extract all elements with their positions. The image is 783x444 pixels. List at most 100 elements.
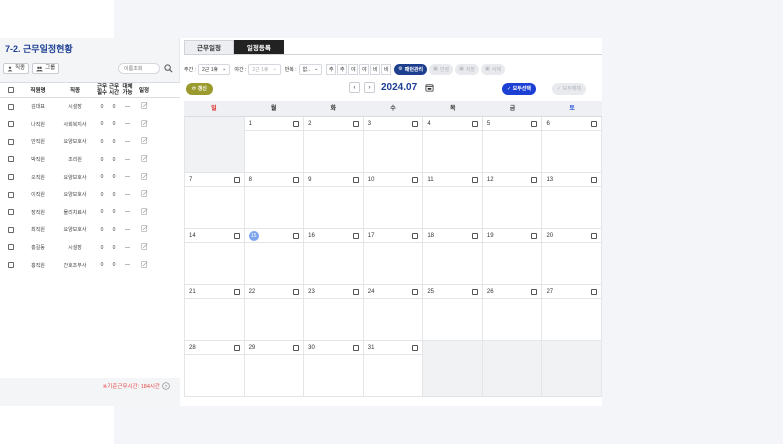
employee-row[interactable]: 나직원 사회복지사 0 0 — bbox=[0, 116, 180, 134]
edit-icon[interactable] bbox=[140, 173, 148, 180]
employee-checkbox[interactable] bbox=[8, 174, 14, 180]
day-cell[interactable]: 21 bbox=[184, 285, 245, 341]
employee-checkbox[interactable] bbox=[8, 121, 14, 128]
prev-month-button[interactable]: ‹ bbox=[349, 82, 360, 93]
day-cell[interactable]: 17 bbox=[363, 229, 424, 285]
day-checkbox[interactable] bbox=[352, 288, 359, 295]
day-checkbox[interactable] bbox=[591, 288, 598, 295]
edit-icon[interactable] bbox=[140, 102, 148, 109]
day-checkbox[interactable] bbox=[293, 176, 300, 183]
filter-group-button[interactable]: 그룹 bbox=[32, 63, 60, 74]
day-checkbox[interactable] bbox=[471, 232, 478, 239]
day-cell[interactable]: 7 bbox=[184, 173, 245, 229]
edit-icon[interactable] bbox=[140, 155, 148, 162]
edit-icon[interactable] bbox=[140, 225, 148, 233]
employee-row[interactable]: 김대표 시설장 0 0 — bbox=[0, 98, 180, 116]
day-checkbox[interactable] bbox=[233, 288, 240, 295]
employee-row[interactable]: 박직원 조리원 0 0 — bbox=[0, 151, 180, 169]
day-cell[interactable]: 2 bbox=[304, 117, 364, 173]
shift-button-night-2[interactable]: 야 bbox=[359, 63, 370, 75]
day-cell[interactable]: 24 bbox=[363, 285, 424, 341]
day-cell[interactable]: 23 bbox=[304, 285, 364, 341]
day-cell[interactable]: 15 bbox=[244, 229, 305, 285]
day-checkbox[interactable] bbox=[233, 344, 240, 351]
day-checkbox[interactable] bbox=[293, 232, 300, 239]
day-cell[interactable]: 13 bbox=[542, 173, 603, 229]
day-checkbox[interactable] bbox=[412, 288, 419, 295]
day-checkbox[interactable] bbox=[293, 288, 300, 295]
select-all-button[interactable]: ✓ 모두선택 bbox=[502, 83, 536, 95]
day-cell[interactable]: 29 bbox=[244, 341, 305, 397]
day-checkbox[interactable] bbox=[352, 120, 359, 127]
day-cell[interactable]: 12 bbox=[482, 173, 543, 229]
day-checkbox[interactable] bbox=[412, 120, 419, 127]
day-checkbox[interactable] bbox=[352, 176, 359, 183]
day-checkbox[interactable] bbox=[531, 232, 538, 239]
day-cell[interactable]: 27 bbox=[542, 285, 603, 341]
day-cell[interactable]: 8 bbox=[244, 173, 305, 229]
day-checkbox[interactable] bbox=[471, 176, 478, 183]
employee-row[interactable]: 최직원 요양보호사 0 0 — bbox=[0, 221, 180, 239]
shift-button-night-1[interactable]: 야 bbox=[348, 63, 359, 75]
day-cell[interactable]: 22 bbox=[244, 285, 305, 341]
day-checkbox[interactable] bbox=[352, 344, 359, 351]
employee-checkbox[interactable] bbox=[8, 244, 14, 251]
employee-checkbox[interactable] bbox=[8, 209, 14, 216]
refresh-button[interactable]: ⟳ 갱신 bbox=[186, 83, 213, 95]
next-month-button[interactable]: › bbox=[364, 82, 375, 93]
day-checkbox[interactable] bbox=[352, 232, 359, 239]
night-pattern-select[interactable]: 2근 1휴 ⌄ bbox=[248, 63, 281, 75]
day-cell[interactable]: 3 bbox=[363, 117, 424, 173]
day-cell[interactable]: 30 bbox=[304, 341, 364, 397]
employee-checkbox[interactable] bbox=[8, 138, 14, 145]
day-checkbox[interactable] bbox=[412, 232, 419, 239]
employee-checkbox[interactable] bbox=[8, 191, 14, 198]
day-cell[interactable]: 31 bbox=[363, 341, 424, 397]
apply-button[interactable]: ▣ 반영 bbox=[429, 63, 454, 75]
day-cell[interactable]: 10 bbox=[363, 173, 424, 229]
edit-icon[interactable] bbox=[140, 243, 148, 250]
select-all-employees-checkbox[interactable] bbox=[8, 86, 14, 93]
shift-button-off-1[interactable]: 비 bbox=[370, 63, 381, 75]
day-cell[interactable]: 1 bbox=[244, 117, 305, 173]
day-checkbox[interactable] bbox=[293, 120, 300, 127]
day-checkbox[interactable] bbox=[531, 288, 538, 295]
day-checkbox[interactable] bbox=[591, 232, 598, 239]
employee-search-input[interactable] bbox=[118, 63, 160, 74]
employee-row[interactable]: 오직원 요양보호사 0 0 — bbox=[0, 168, 180, 186]
day-cell[interactable]: 11 bbox=[423, 173, 483, 229]
day-checkbox[interactable] bbox=[471, 120, 478, 127]
day-cell[interactable]: 9 bbox=[304, 173, 364, 229]
save-button[interactable]: ▣ 저장 bbox=[455, 63, 480, 75]
employee-row[interactable]: 홍직원 간호조무사 0 0 — bbox=[0, 256, 180, 274]
shift-button-off-2[interactable]: 비 bbox=[381, 63, 392, 75]
day-checkbox[interactable] bbox=[591, 176, 598, 183]
day-checkbox[interactable] bbox=[233, 176, 240, 183]
day-cell[interactable]: 14 bbox=[184, 229, 245, 285]
edit-icon[interactable] bbox=[140, 120, 148, 127]
day-cell[interactable]: 5 bbox=[482, 117, 543, 173]
filter-job-button[interactable]: 직종 bbox=[3, 63, 30, 74]
day-checkbox[interactable] bbox=[233, 232, 240, 239]
day-cell[interactable]: 25 bbox=[423, 285, 483, 341]
employee-checkbox[interactable] bbox=[8, 156, 14, 163]
repeat-select[interactable]: 없.. ⌄ bbox=[298, 63, 323, 75]
edit-icon[interactable] bbox=[140, 208, 148, 215]
day-cell[interactable]: 28 bbox=[184, 341, 245, 397]
day-cell[interactable]: 16 bbox=[304, 229, 364, 285]
day-checkbox[interactable] bbox=[293, 344, 300, 351]
employee-row[interactable]: 안직원 요양보호사 0 0 — bbox=[0, 133, 180, 151]
calendar-icon[interactable] bbox=[425, 83, 434, 92]
edit-icon[interactable] bbox=[140, 190, 148, 197]
day-checkbox[interactable] bbox=[412, 176, 419, 183]
employee-row[interactable]: 이직원 요양보호사 0 0 — bbox=[0, 186, 180, 204]
day-checkbox[interactable] bbox=[412, 344, 419, 351]
day-cell[interactable]: 19 bbox=[482, 229, 543, 285]
day-cell[interactable]: 20 bbox=[542, 229, 603, 285]
shift-button-day-1[interactable]: 주 bbox=[326, 63, 337, 75]
day-cell[interactable]: 18 bbox=[423, 229, 483, 285]
day-cell[interactable]: 6 bbox=[542, 117, 603, 173]
search-icon[interactable] bbox=[164, 64, 173, 73]
tab-schedule-register[interactable]: 일정등록 bbox=[233, 40, 284, 55]
employee-checkbox[interactable] bbox=[8, 261, 14, 268]
